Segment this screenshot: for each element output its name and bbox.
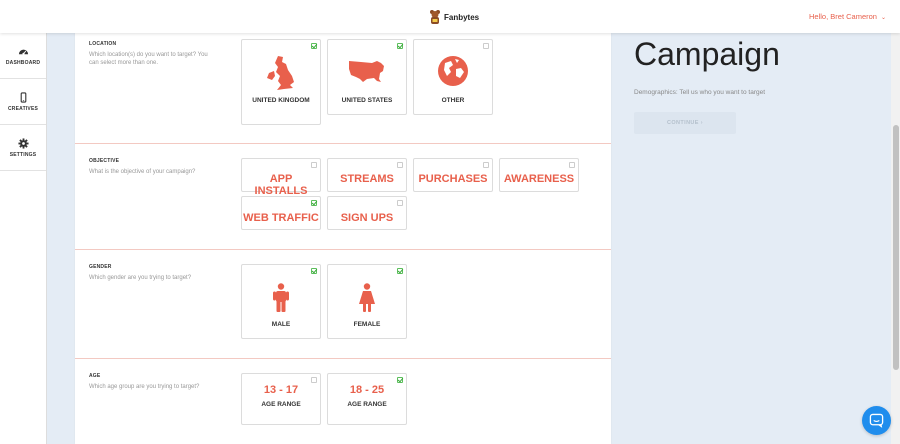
- globe-icon: [438, 56, 468, 86]
- uk-map-icon: [267, 56, 294, 90]
- objective-title: OBJECTIVE: [89, 158, 120, 164]
- brand[interactable]: Fanbytes: [429, 9, 479, 25]
- checkbox[interactable]: [483, 43, 489, 49]
- checkbox[interactable]: [569, 162, 575, 168]
- sidebar-item-label: CREATIVES: [7, 105, 39, 112]
- checkbox[interactable]: [311, 162, 317, 168]
- dashboard-icon: [18, 49, 28, 55]
- location-option-united-states[interactable]: UNITED STATES: [327, 39, 407, 115]
- objective-section: OBJECTIVE What is the objective of your …: [75, 144, 611, 250]
- objective-option-purchases[interactable]: PURCHASES: [413, 158, 493, 192]
- location-section: LOCATION Which location(s) do you want t…: [75, 33, 611, 144]
- objective-option-sign-ups[interactable]: SIGN UPS: [327, 196, 407, 230]
- objective-option-label: AWARENESS: [503, 173, 575, 185]
- checkbox[interactable]: [397, 200, 403, 206]
- location-option-label: UNITED KINGDOM: [252, 97, 310, 104]
- location-option-united-kingdom[interactable]: UNITED KINGDOM: [241, 39, 321, 125]
- chevron-down-icon: ⌄: [880, 15, 886, 21]
- gender-section: GENDER Which gender are you trying to ta…: [75, 250, 611, 359]
- objective-option-app-installs[interactable]: APP INSTALLS: [241, 158, 321, 197]
- sidebar-item-creatives[interactable]: CREATIVES: [0, 79, 46, 125]
- age-title: AGE: [89, 373, 101, 379]
- age-option-18-25[interactable]: 18 - 25 AGE RANGE: [327, 373, 407, 425]
- age-range-value: 18 - 25: [349, 384, 385, 396]
- page-title: Campaign: [634, 36, 780, 72]
- objective-option-awareness[interactable]: AWARENESS: [499, 158, 579, 192]
- location-option-label: OTHER: [441, 97, 465, 104]
- location-option-label: UNITED STATES: [341, 97, 393, 104]
- brand-name: Fanbytes: [444, 12, 480, 22]
- campaign-form: LOCATION Which location(s) do you want t…: [75, 33, 611, 444]
- continue-button[interactable]: CONTINUE ›: [634, 112, 736, 134]
- sidebar: DASHBOARD CREATIVES SETTINGS: [0, 33, 47, 444]
- checkbox[interactable]: [311, 200, 317, 206]
- objective-option-label: SIGN UPS: [340, 212, 394, 224]
- checkbox[interactable]: [311, 43, 317, 49]
- location-title: LOCATION: [89, 41, 117, 47]
- location-description: Which location(s) do you want to target?…: [89, 52, 208, 67]
- location-option-other[interactable]: OTHER: [413, 39, 493, 115]
- objective-option-label: PURCHASES: [418, 173, 488, 185]
- age-range-value: 13 - 17: [263, 384, 299, 396]
- checkbox[interactable]: [311, 377, 317, 383]
- gender-option-label: MALE: [271, 321, 291, 328]
- sidebar-item-label: DASHBOARD: [5, 59, 41, 66]
- gender-title: GENDER: [89, 264, 112, 270]
- checkbox[interactable]: [397, 162, 403, 168]
- sidebar-item-settings[interactable]: SETTINGS: [0, 125, 46, 171]
- gender-description: Which gender are you trying to target?: [89, 275, 192, 281]
- objective-option-web-traffic[interactable]: WEB TRAFFIC: [241, 196, 321, 230]
- objective-option-streams[interactable]: STREAMS: [327, 158, 407, 192]
- scrollbar-thumb[interactable]: [893, 125, 899, 370]
- chat-icon: [869, 413, 884, 428]
- age-range-label: AGE RANGE: [261, 401, 301, 408]
- checkbox[interactable]: [483, 162, 489, 168]
- phone-icon: [20, 91, 26, 103]
- age-range-label: AGE RANGE: [347, 401, 387, 408]
- age-option-13-17[interactable]: 13 - 17 AGE RANGE: [241, 373, 321, 425]
- age-section: AGE Which age group are you trying to ta…: [75, 359, 611, 444]
- bear-logo-icon: [430, 10, 440, 24]
- page-subtitle: Demographics: Tell us who you want to ta…: [634, 89, 766, 96]
- objective-option-label: WEB TRAFFIC: [243, 212, 319, 224]
- gender-option-female[interactable]: FEMALE: [327, 264, 407, 339]
- checkbox[interactable]: [397, 377, 403, 383]
- us-map-icon: [349, 61, 384, 82]
- objective-option-label: STREAMS: [340, 173, 394, 185]
- user-greeting: Hello, Bret Cameron: [809, 12, 877, 21]
- male-icon: [273, 283, 289, 312]
- sidebar-item-dashboard[interactable]: DASHBOARD: [0, 33, 46, 79]
- gender-option-male[interactable]: MALE: [241, 264, 321, 339]
- objective-description: What is the objective of your campaign?: [89, 169, 196, 175]
- objective-option-label: APP INSTALLS: [254, 173, 308, 197]
- chat-launcher-button[interactable]: [862, 406, 891, 435]
- checkbox[interactable]: [397, 268, 403, 274]
- gender-option-label: FEMALE: [353, 321, 381, 328]
- user-menu[interactable]: Hello, Bret Cameron ⌄: [809, 12, 886, 21]
- checkbox[interactable]: [311, 268, 317, 274]
- checkbox[interactable]: [397, 43, 403, 49]
- top-bar: Fanbytes Hello, Bret Cameron ⌄: [0, 0, 900, 33]
- female-icon: [359, 283, 375, 312]
- age-description: Which age group are you trying to target…: [89, 384, 200, 390]
- sidebar-item-label: SETTINGS: [9, 151, 37, 158]
- gear-icon: [17, 137, 29, 149]
